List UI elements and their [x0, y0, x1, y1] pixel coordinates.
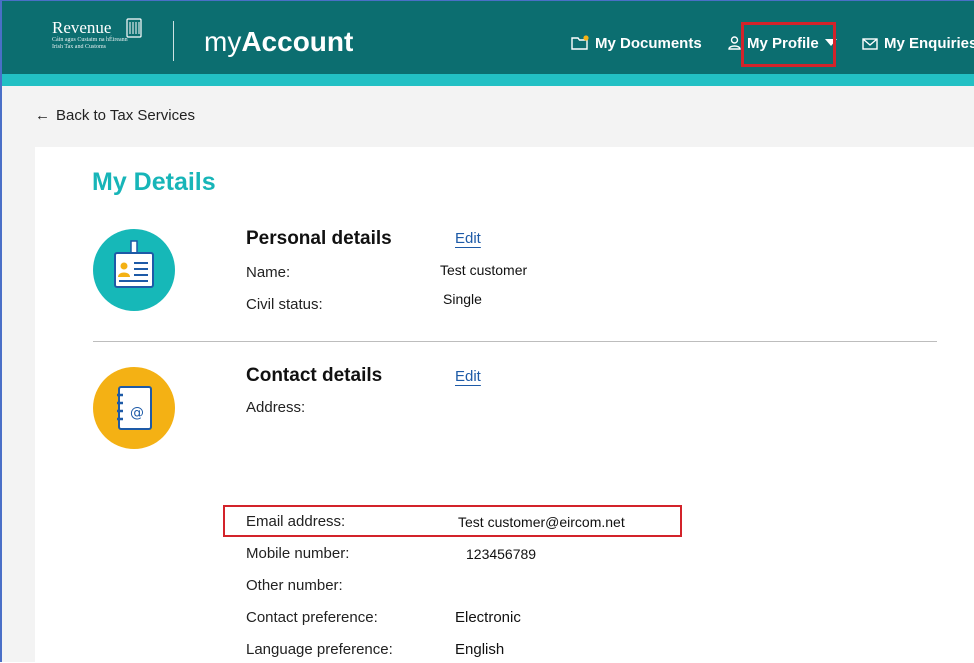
name-label: Name:	[246, 264, 291, 281]
email-address-value: Test customer@eircom.net	[458, 514, 625, 530]
contact-preference-label: Contact preference:	[246, 609, 378, 626]
address-label: Address:	[246, 399, 306, 416]
page-title: My Details	[92, 168, 216, 196]
arrow-left-icon: ←	[35, 107, 50, 124]
nav-my-documents-label: My Documents	[595, 35, 702, 52]
profile-highlight-box	[741, 22, 836, 67]
top-header: Revenue Cáin agus Custaim na hÉireann Ir…	[2, 1, 974, 74]
civil-status-label: Civil status:	[246, 296, 323, 313]
section-divider	[93, 341, 937, 342]
app-window: Revenue Cáin agus Custaim na hÉireann Ir…	[0, 0, 974, 662]
header-accent-strip	[2, 74, 974, 86]
harp-icon	[126, 18, 142, 38]
language-preference-label: Language preference:	[246, 641, 393, 658]
revenue-logo[interactable]: Revenue Cáin agus Custaim na hÉireann Ir…	[52, 18, 152, 51]
back-to-tax-services-link[interactable]: ← Back to Tax Services	[35, 107, 195, 124]
nav-my-enquiries[interactable]: My Enquiries	[862, 35, 974, 53]
mobile-number-value: 123456789	[466, 546, 537, 562]
logo-subtitle-irish: Cáin agus Custaim na hÉireann	[52, 37, 128, 43]
language-preference-value: English	[455, 641, 505, 658]
nav-my-enquiries-label: My Enquiries	[884, 35, 974, 52]
mobile-number-label: Mobile number:	[246, 545, 350, 562]
header-divider	[173, 21, 174, 61]
user-icon	[728, 36, 741, 50]
back-link-label: Back to Tax Services	[56, 107, 195, 124]
app-title[interactable]: myAccount	[204, 27, 353, 57]
contact-details-edit-link[interactable]: Edit	[455, 368, 481, 385]
id-badge-icon	[93, 229, 175, 311]
personal-details-title: Personal details	[246, 228, 392, 249]
personal-details-edit-link[interactable]: Edit	[455, 230, 481, 247]
email-address-label: Email address:	[246, 513, 346, 530]
app-title-prefix: my	[204, 26, 242, 57]
address-book-icon: @	[93, 367, 175, 449]
logo-subtitle-english: Irish Tax and Customs	[52, 44, 106, 50]
contact-details-title: Contact details	[246, 365, 383, 386]
other-number-label: Other number:	[246, 577, 343, 594]
app-title-bold: Account	[241, 26, 354, 57]
nav-my-documents[interactable]: My Documents	[571, 35, 702, 53]
civil-status-value: Single	[443, 291, 482, 307]
name-value: Test customer	[440, 262, 528, 278]
svg-text:@: @	[130, 405, 144, 421]
contact-preference-value: Electronic	[455, 609, 521, 626]
details-card	[35, 147, 974, 662]
folder-icon	[571, 35, 589, 50]
envelope-icon	[862, 38, 878, 50]
